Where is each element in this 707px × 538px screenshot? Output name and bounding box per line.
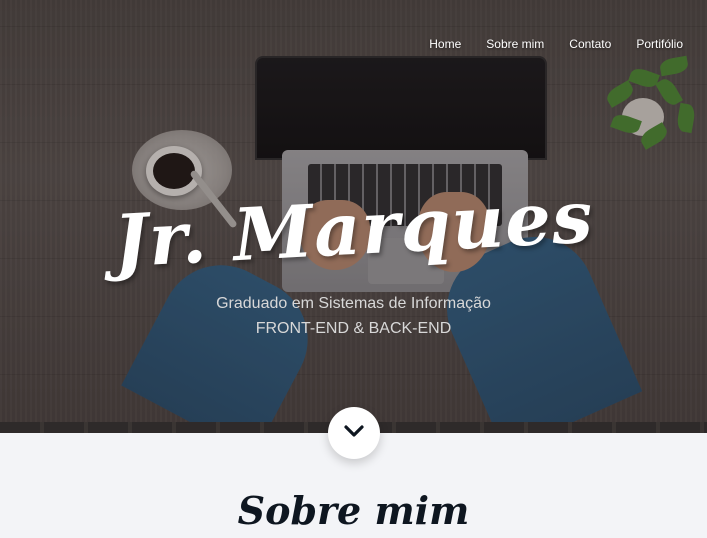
main-nav: Home Sobre mim Contato Portifólio — [404, 37, 683, 51]
nav-link-contato[interactable]: Contato — [569, 37, 611, 51]
chevron-down-icon — [342, 423, 366, 444]
hero-subtitle: Graduado em Sistemas de Informação — [216, 295, 491, 312]
nav-link-portifolio[interactable]: Portifólio — [636, 37, 683, 51]
about-section-title: Sobre mim — [237, 488, 470, 533]
nav-link-sobre-mim[interactable]: Sobre mim — [486, 37, 544, 51]
hero-tagline: FRONT-END & BACK-END — [255, 320, 452, 337]
nav-link-home[interactable]: Home — [429, 37, 461, 51]
scroll-down-button[interactable] — [328, 407, 380, 459]
hero-section: Home Sobre mim Contato Portifólio Jr. Ma… — [0, 0, 707, 433]
